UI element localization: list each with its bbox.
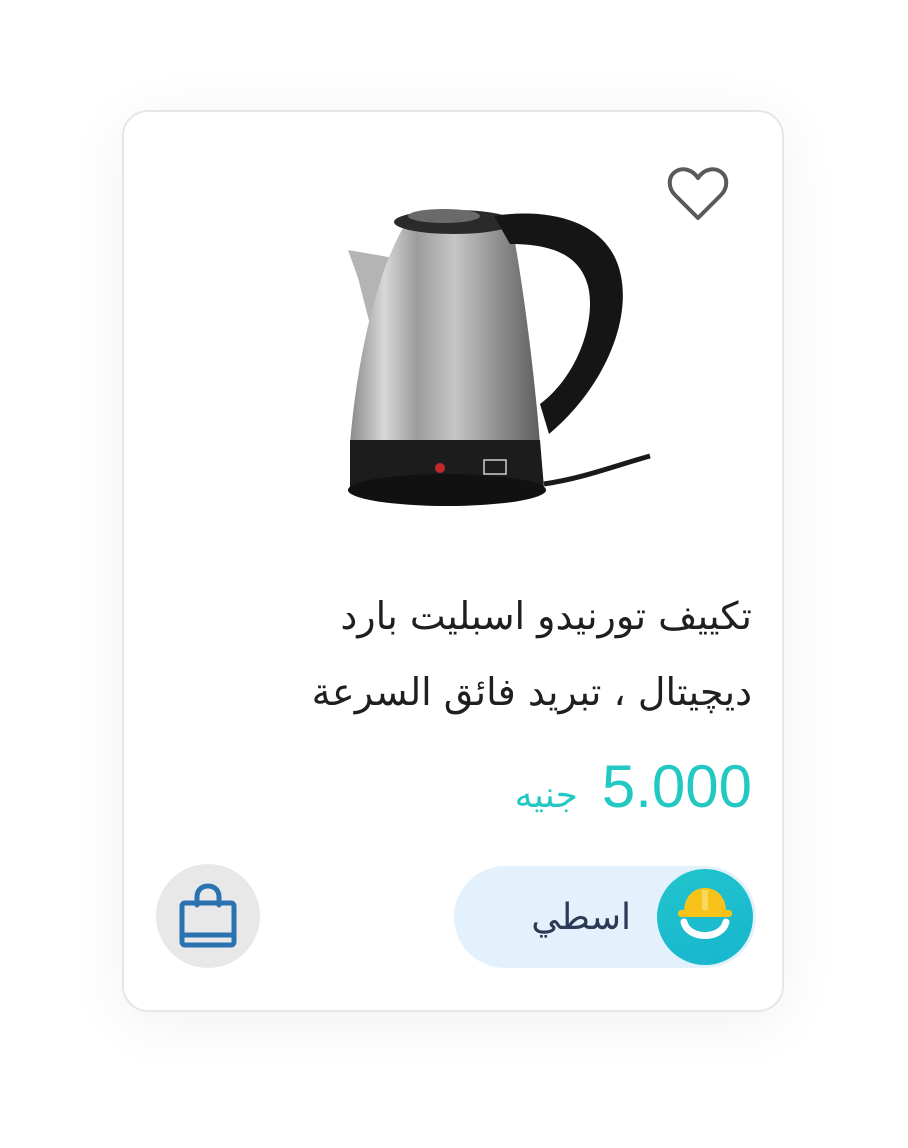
add-to-cart-button[interactable] <box>156 864 260 968</box>
product-image <box>348 209 651 506</box>
product-title: تكييف تورنيدو اسبليت بارد ديچيتال ، تبري… <box>152 578 752 730</box>
product-title-line1: تكييف تورنيدو اسبليت بارد <box>340 594 752 638</box>
price-currency: جنيه <box>514 775 578 816</box>
store-name: اسطي <box>531 896 631 938</box>
helmet-smile-logo <box>678 888 732 939</box>
store-avatar <box>657 869 753 965</box>
product-title-line2: ديچيتال ، تبريد فائق السرعة <box>311 670 752 714</box>
price-value: 5.000 <box>601 753 752 820</box>
store-badge[interactable]: اسطي <box>454 866 756 968</box>
heart-outline-icon <box>667 167 729 220</box>
shopping-bag-icon <box>179 883 237 948</box>
favorite-button[interactable] <box>664 160 732 228</box>
product-price: 5.000 جنيه <box>515 752 752 821</box>
product-card[interactable]: تكييف تورنيدو اسبليت بارد ديچيتال ، تبري… <box>122 110 784 1012</box>
